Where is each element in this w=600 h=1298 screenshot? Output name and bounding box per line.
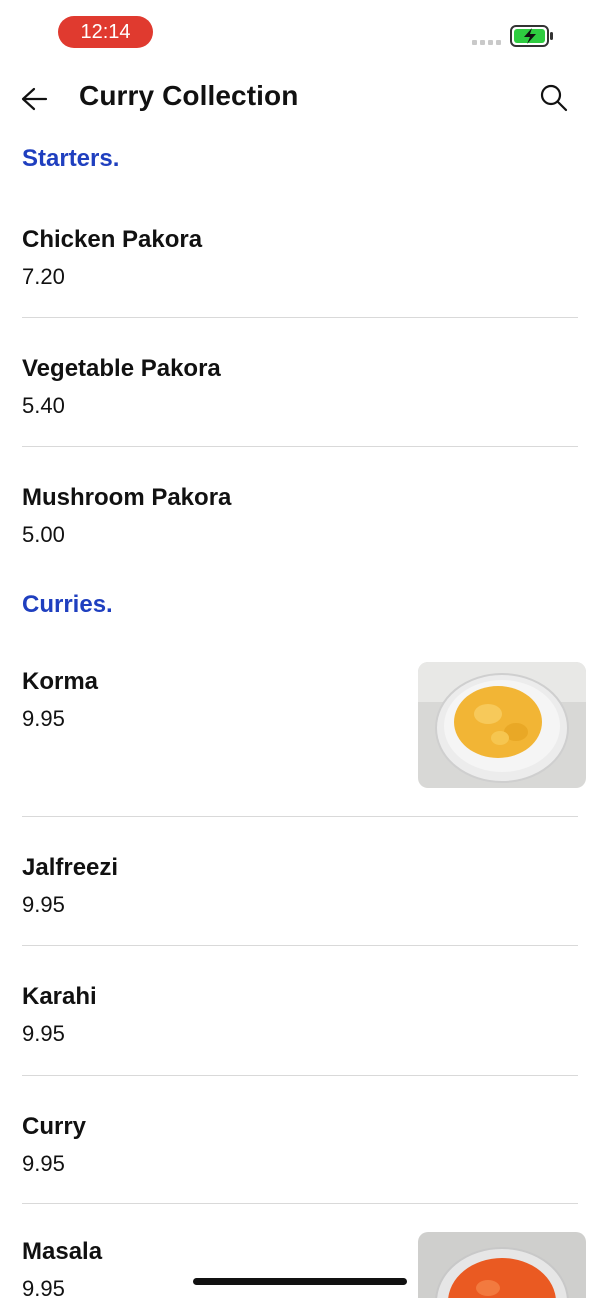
menu-item[interactable]: Korma 9.95	[0, 662, 600, 816]
battery-icon	[510, 25, 553, 47]
item-price: 9.95	[22, 892, 65, 917]
status-time: 12:14	[58, 16, 153, 48]
item-name: Jalfreezi	[22, 854, 119, 881]
section-title-curries: Curries.	[22, 591, 113, 618]
item-name: Masala	[22, 1238, 103, 1265]
item-price: 9.95	[22, 1151, 65, 1176]
divider	[22, 446, 578, 447]
item-price: 9.95	[22, 706, 65, 731]
section-title-starters: Starters.	[22, 145, 120, 172]
item-name: Mushroom Pakora	[22, 484, 232, 511]
masala-image	[418, 1232, 586, 1298]
app-header: Curry Collection	[0, 64, 600, 134]
divider	[22, 1075, 578, 1076]
status-bar: 12:14	[0, 0, 600, 64]
item-price: 9.95	[22, 1276, 65, 1298]
divider	[22, 317, 578, 318]
item-name: Chicken Pakora	[22, 226, 203, 253]
item-name: Vegetable Pakora	[22, 355, 221, 382]
item-price: 5.40	[22, 393, 65, 418]
search-icon[interactable]	[538, 82, 570, 114]
back-arrow-icon[interactable]	[18, 82, 54, 116]
menu-item[interactable]: Mushroom Pakora 5.00	[0, 480, 600, 560]
divider	[22, 945, 578, 946]
item-price: 5.00	[22, 522, 65, 547]
item-price: 9.95	[22, 1021, 65, 1046]
korma-image	[418, 662, 586, 788]
menu-item[interactable]: Karahi 9.95	[0, 979, 600, 1075]
item-name: Korma	[22, 668, 99, 695]
menu-item[interactable]: Vegetable Pakora 5.40	[0, 351, 600, 447]
page-title: Curry Collection	[79, 80, 299, 111]
menu-item[interactable]: Curry 9.95	[0, 1109, 600, 1205]
menu-item[interactable]: Masala 9.95	[0, 1232, 600, 1298]
item-name: Karahi	[22, 983, 97, 1010]
home-indicator[interactable]	[193, 1278, 407, 1285]
item-price: 7.20	[22, 264, 65, 289]
signal-icon	[472, 40, 502, 45]
divider	[22, 1203, 578, 1204]
divider	[22, 816, 578, 817]
item-name: Curry	[22, 1113, 87, 1140]
menu-item[interactable]: Jalfreezi 9.95	[0, 850, 600, 946]
menu-item[interactable]: Chicken Pakora 7.20	[0, 222, 600, 318]
